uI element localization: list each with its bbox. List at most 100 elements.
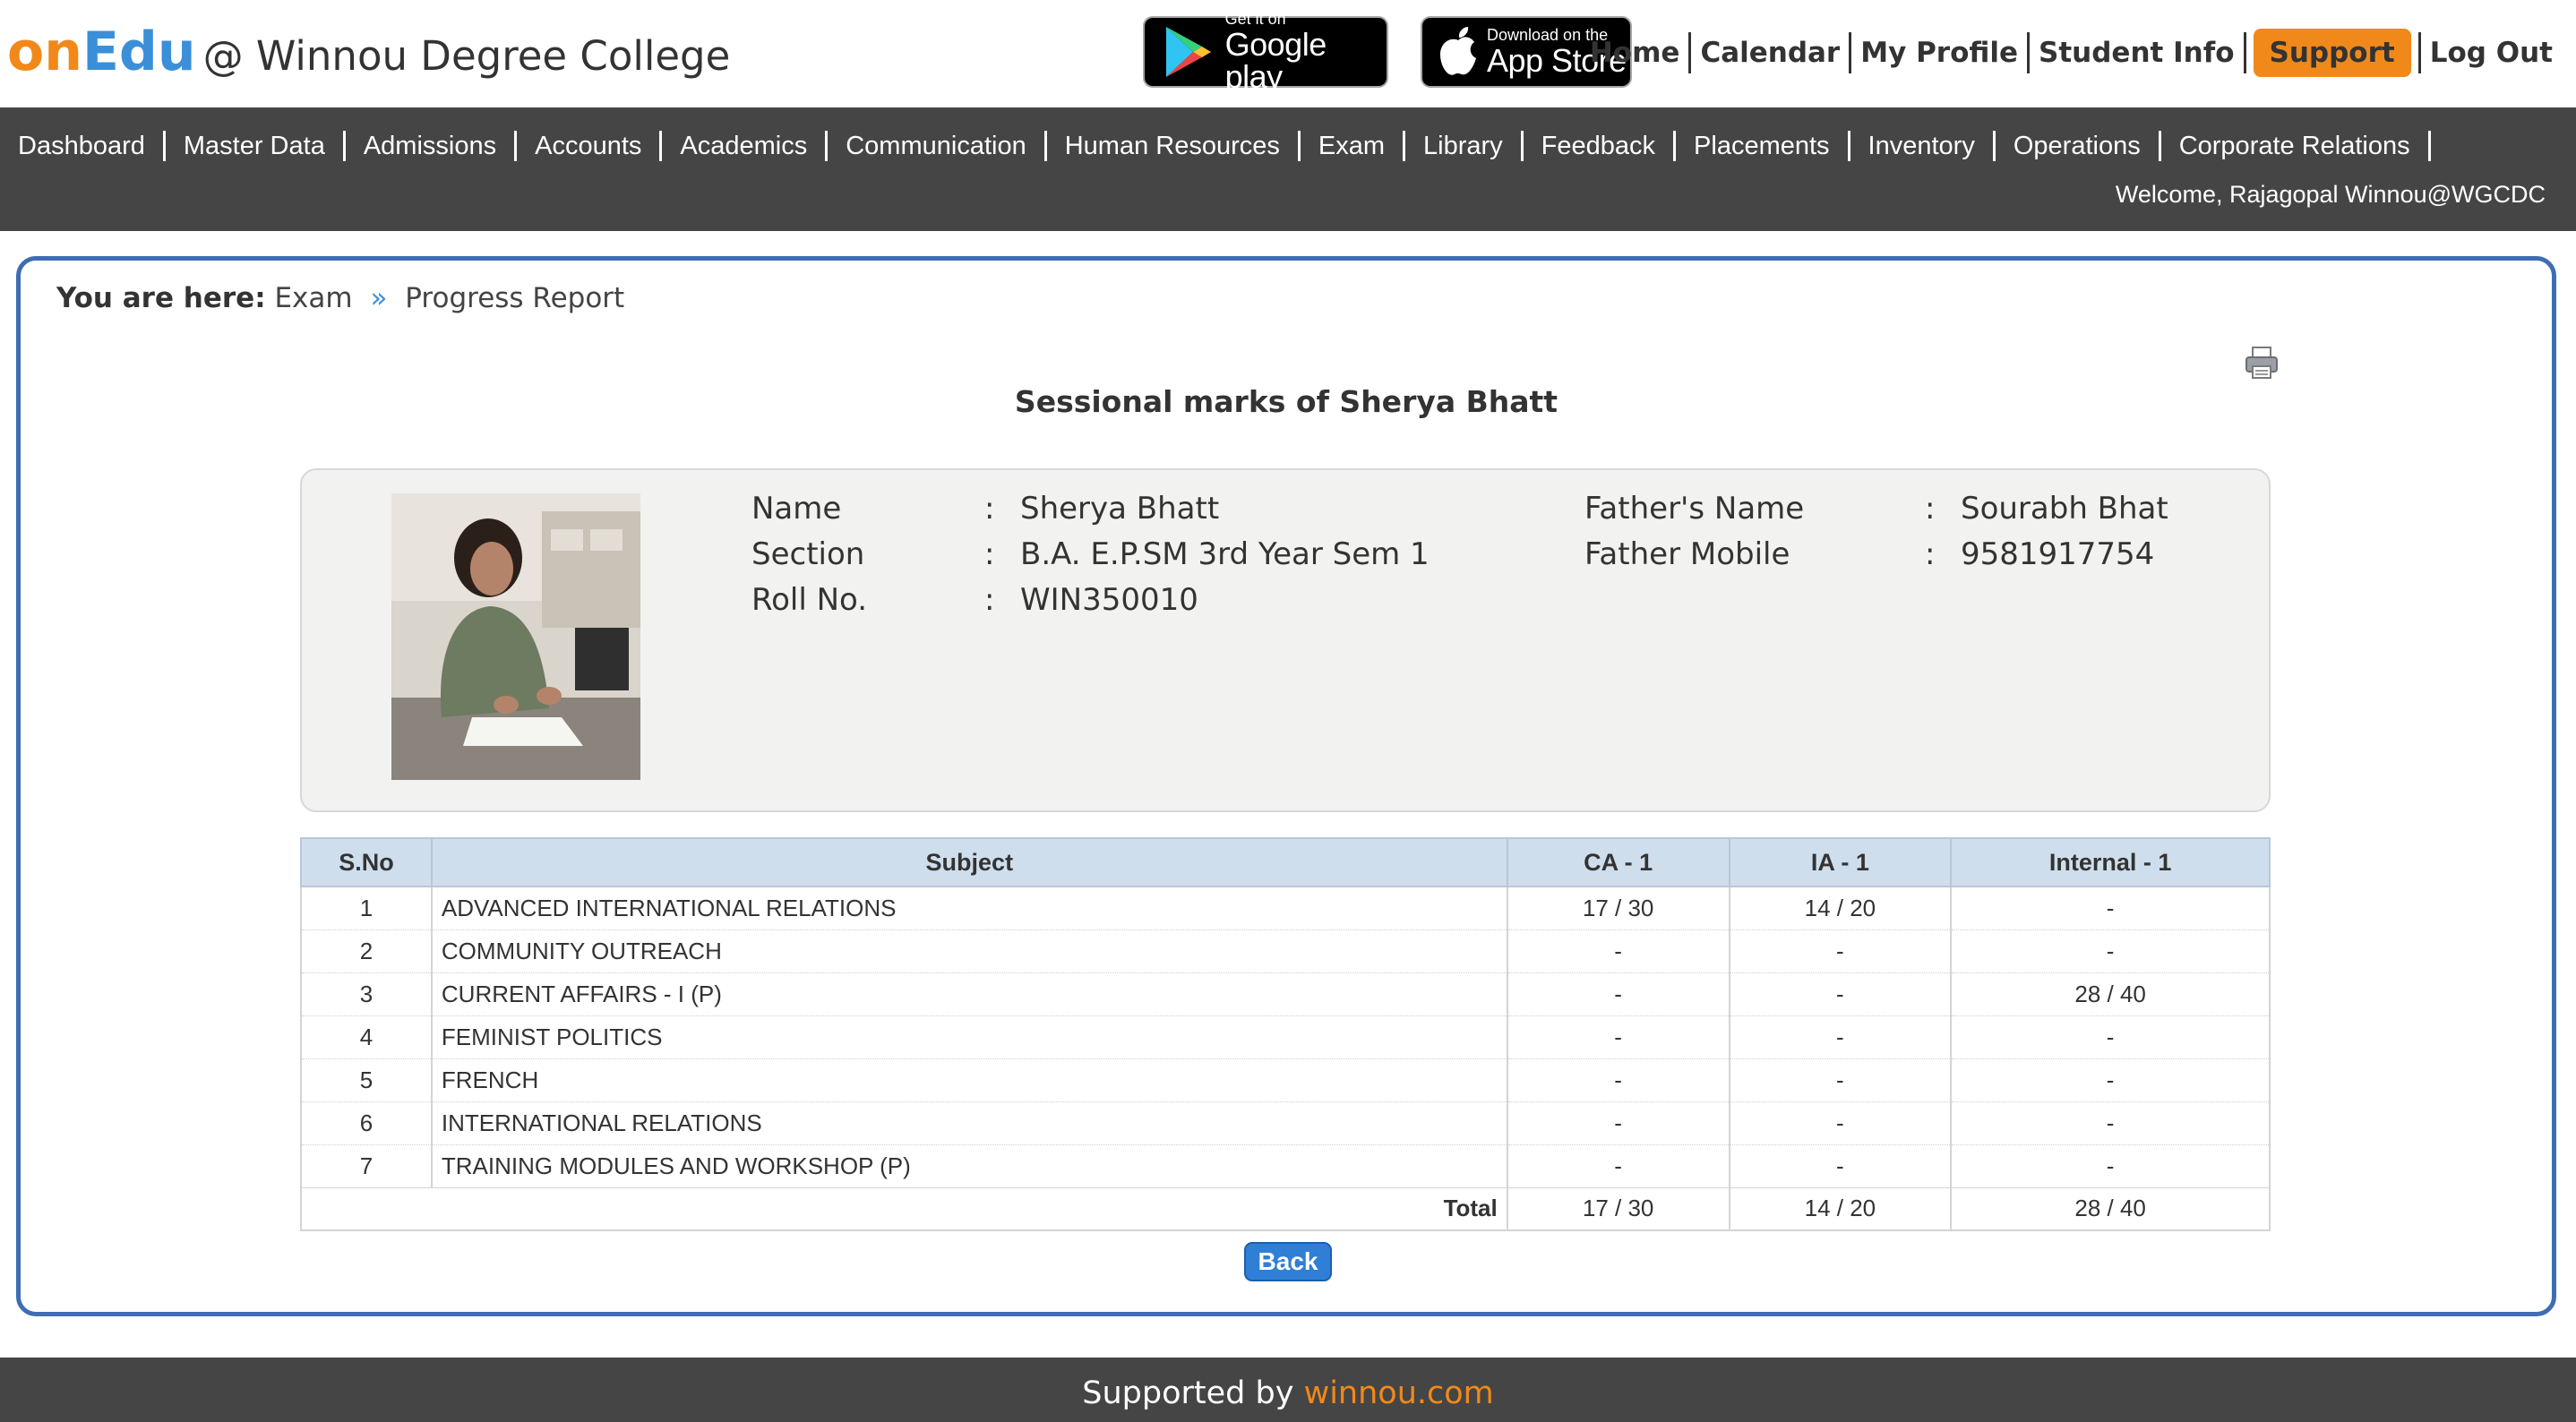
student-photo <box>391 493 640 780</box>
breadcrumb-separator: » <box>370 282 388 314</box>
cell-sno: 3 <box>300 972 433 1016</box>
menu-item-exam[interactable]: Exam <box>1301 132 1403 161</box>
header-ca-1: CA - 1 <box>1506 837 1730 887</box>
menu-item-operations[interactable]: Operations <box>1996 132 2159 161</box>
header: onEdu @ Winnou Degree College Get it on G… <box>0 0 2576 107</box>
info-key: Name <box>751 491 842 527</box>
cell-ia-1: 14 / 20 <box>1728 887 1953 930</box>
table-row: 4 FEMINIST POLITICS - - - <box>300 1015 2271 1059</box>
cell-ca-1: - <box>1506 1144 1730 1188</box>
content-panel: You are here: Exam » Progress Report Ses… <box>16 256 2556 1316</box>
menu-item-dashboard[interactable]: Dashboard <box>0 132 163 161</box>
cell-ia-1: - <box>1728 1015 1953 1059</box>
info-key: Section <box>751 536 865 572</box>
info-colon: : <box>984 582 995 618</box>
footer-text: Supported by <box>1082 1375 1294 1411</box>
nav-home-link[interactable]: Home <box>1581 32 1689 73</box>
cell-internal-1: - <box>1950 1101 2271 1145</box>
nav-support-button[interactable]: Support <box>2253 29 2411 77</box>
cell-ca-1: - <box>1506 929 1730 973</box>
total-ia-1: 14 / 20 <box>1728 1186 1953 1231</box>
print-icon[interactable] <box>2244 345 2280 381</box>
nav-student-info-link[interactable]: Student Info <box>2030 32 2244 73</box>
nav-my-profile-link[interactable]: My Profile <box>1851 32 2027 73</box>
footer: Supported by winnou.com <box>0 1358 2576 1422</box>
google-play-icon <box>1157 21 1218 83</box>
info-key: Father's Name <box>1584 491 1805 527</box>
father-name-value: Sourabh Bhat <box>1961 491 2168 527</box>
breadcrumb-item-exam[interactable]: Exam <box>274 282 352 314</box>
menu-item-inventory[interactable]: Inventory <box>1850 132 1993 161</box>
header-ia-1: IA - 1 <box>1728 837 1953 887</box>
menu-item-master-data[interactable]: Master Data <box>166 132 343 161</box>
menu-item-communication[interactable]: Communication <box>828 132 1043 161</box>
cell-ca-1: - <box>1506 1015 1730 1059</box>
google-play-badge[interactable]: Get it on Google play <box>1143 11 1388 93</box>
menu-item-admissions[interactable]: Admissions <box>346 132 514 161</box>
cell-ca-1: - <box>1506 1058 1730 1102</box>
report-title: Sessional marks of Sherya Bhatt <box>1014 384 1558 419</box>
menu-divider <box>2427 131 2431 161</box>
table-total-row: Total 17 / 30 14 / 20 28 / 40 <box>300 1186 2271 1231</box>
cell-subject: ADVANCED INTERNATIONAL RELATIONS <box>430 887 1508 930</box>
cell-ia-1: - <box>1728 1101 1953 1145</box>
cell-internal-1: - <box>1950 1144 2271 1188</box>
cell-internal-1: - <box>1950 1058 2271 1102</box>
info-key: Father Mobile <box>1584 536 1790 572</box>
cell-ca-1: - <box>1506 972 1730 1016</box>
header-sno: S.No <box>300 837 433 887</box>
table-row: 1 ADVANCED INTERNATIONAL RELATIONS 17 / … <box>300 887 2271 930</box>
menu-item-library[interactable]: Library <box>1405 132 1521 161</box>
info-colon: : <box>984 536 995 572</box>
menu-item-feedback[interactable]: Feedback <box>1524 132 1673 161</box>
menu-item-accounts[interactable]: Accounts <box>517 132 659 161</box>
cell-subject: COMMUNITY OUTREACH <box>430 929 1508 973</box>
info-row-father-name: Father's Name : Sourabh Bhat <box>1584 486 2168 532</box>
main-menu-bar: Dashboard Master Data Admissions Account… <box>0 107 2576 231</box>
info-colon: : <box>984 491 995 527</box>
table-header-row: S.No Subject CA - 1 IA - 1 Internal - 1 <box>300 837 2271 887</box>
student-name-value: Sherya Bhatt <box>1020 491 1220 527</box>
table-row: 2 COMMUNITY OUTREACH - - - <box>300 929 2271 973</box>
menu-item-human-resources[interactable]: Human Resources <box>1047 132 1298 161</box>
cell-internal-1: - <box>1950 1015 2271 1059</box>
cell-subject: CURRENT AFFAIRS - I (P) <box>430 972 1508 1016</box>
header-subject: Subject <box>430 837 1508 887</box>
menu-item-placements[interactable]: Placements <box>1676 132 1848 161</box>
cell-subject: INTERNATIONAL RELATIONS <box>430 1101 1508 1145</box>
header-internal-1: Internal - 1 <box>1950 837 2271 887</box>
back-button[interactable]: Back <box>1244 1242 1332 1281</box>
table-row: 5 FRENCH - - - <box>300 1058 2271 1102</box>
breadcrumb: You are here: Exam » Progress Report <box>56 282 624 314</box>
brand-edu: Edu <box>82 21 196 83</box>
nav-log-out-link[interactable]: Log Out <box>2421 32 2562 73</box>
cell-internal-1: - <box>1950 929 2271 973</box>
brand-logo[interactable]: onEdu @ Winnou Degree College <box>7 20 730 89</box>
cell-sno: 6 <box>300 1101 433 1145</box>
cell-internal-1: - <box>1950 887 2271 930</box>
menu-item-corporate-relations[interactable]: Corporate Relations <box>2161 132 2428 161</box>
brand-on: on <box>7 21 82 83</box>
main-menu: Dashboard Master Data Admissions Account… <box>0 124 2431 168</box>
google-play-big: Google play <box>1224 26 1327 95</box>
total-ca-1: 17 / 30 <box>1506 1186 1730 1231</box>
table-row: 6 INTERNATIONAL RELATIONS - - - <box>300 1101 2271 1145</box>
student-info-card: Name : Sherya Bhatt Section : B.A. E.P.S… <box>300 468 2271 812</box>
menu-item-academics[interactable]: Academics <box>662 132 825 161</box>
footer-site-link[interactable]: winnou.com <box>1304 1375 1494 1411</box>
marks-table: S.No Subject CA - 1 IA - 1 Internal - 1 … <box>300 837 2271 1231</box>
google-play-small: Get it on <box>1224 10 1286 28</box>
cell-ia-1: - <box>1728 1144 1953 1188</box>
info-row-father-mobile: Father Mobile : 9581917754 <box>1584 532 2168 578</box>
info-colon: : <box>1925 491 1936 527</box>
cell-ca-1: 17 / 30 <box>1506 887 1730 930</box>
breadcrumb-label: You are here: <box>56 282 266 314</box>
cell-sno: 1 <box>300 887 433 930</box>
nav-calendar-link[interactable]: Calendar <box>1691 32 1849 73</box>
father-mobile-value: 9581917754 <box>1961 536 2155 572</box>
student-details-left: Name : Sherya Bhatt Section : B.A. E.P.S… <box>751 486 1430 623</box>
cell-ia-1: - <box>1728 972 1953 1016</box>
info-row-name: Name : Sherya Bhatt <box>751 486 1430 532</box>
cell-internal-1: 28 / 40 <box>1950 972 2271 1016</box>
info-key: Roll No. <box>751 582 868 618</box>
